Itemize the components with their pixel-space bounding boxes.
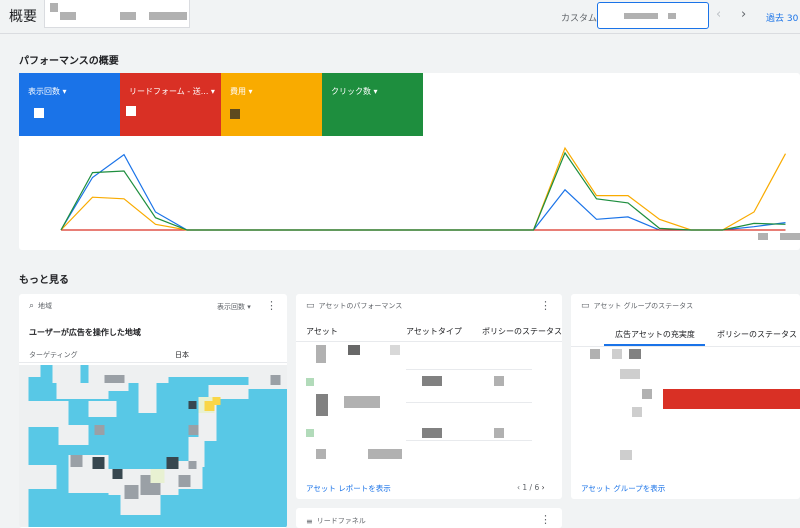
- redacted-block: [149, 12, 187, 20]
- asset-thumbnail: [316, 345, 326, 363]
- date-range-type: カスタム: [561, 14, 598, 24]
- tab-policy-status[interactable]: ポリシーのステータス: [717, 329, 797, 340]
- redacted-block: [758, 233, 768, 240]
- metric-checkbox[interactable]: [126, 106, 136, 116]
- geo-col-targeting: ターゲティング: [29, 351, 78, 359]
- divider: [406, 440, 532, 441]
- asset-report-link[interactable]: アセット レポートを表示: [306, 483, 391, 494]
- window-icon: ▭: [581, 301, 590, 311]
- redacted-block: [780, 233, 800, 240]
- asset-pager: ‹ 1 / 6 ›: [517, 483, 545, 492]
- redacted-block: [348, 345, 360, 355]
- divider: [406, 402, 532, 403]
- redacted-block: [632, 407, 642, 417]
- more-vert-icon[interactable]: ⋮: [540, 513, 551, 526]
- redacted-block: [494, 376, 504, 386]
- redacted-block: [624, 13, 658, 19]
- redacted-block: [629, 349, 641, 359]
- geo-card-title: 地域: [38, 302, 53, 310]
- redacted-block: [668, 13, 676, 19]
- funnel-card-title: リードファネル: [316, 517, 366, 525]
- group-card-header: ▭ アセット グループのステータス: [581, 301, 693, 311]
- geo-col-value: 日本: [175, 351, 189, 359]
- metric-label: クリック数: [331, 87, 371, 96]
- status-dot: [306, 378, 314, 386]
- filter-icon: ≡: [306, 516, 313, 526]
- redacted-block: [612, 349, 622, 359]
- redacted-block: [422, 428, 442, 438]
- metric-label: 表示回数: [28, 87, 60, 96]
- metric-checkbox[interactable]: [230, 109, 240, 119]
- more-vert-icon[interactable]: ⋮: [266, 299, 277, 312]
- redacted-block: [344, 396, 380, 408]
- performance-line-chart: [60, 146, 787, 231]
- ad-strength-bar: [663, 389, 800, 409]
- metric-tile-impressions[interactable]: 表示回数 ▾: [19, 73, 120, 136]
- redacted-block: [50, 3, 58, 12]
- metric-tile-cost[interactable]: 費用 ▾: [221, 73, 322, 136]
- redacted-block: [590, 349, 600, 359]
- metric-label: リードフォーム - 送...: [129, 87, 209, 96]
- redacted-block: [60, 12, 76, 20]
- divider: [571, 346, 800, 347]
- redacted-block: [390, 345, 400, 355]
- asset-performance-card: ▭ アセットのパフォーマンス ⋮ アセット アセットタイプ ポリシーのステータス…: [296, 294, 562, 499]
- asset-card-title: アセットのパフォーマンス: [318, 302, 403, 310]
- metric-checkbox[interactable]: [34, 108, 44, 118]
- geo-card: ⌕ 地域 表示回数 ▾ ⋮ ユーザーが広告を操作した地域 ターゲティング 日本: [19, 294, 287, 528]
- group-card-title: アセット グループのステータス: [593, 302, 694, 310]
- pager-label: 1 / 6: [522, 483, 540, 492]
- metric-label: 費用: [230, 87, 246, 96]
- performance-card: 表示回数 ▾ リードフォーム - 送... ▾ 費用 ▾ クリック数 ▾: [19, 73, 800, 250]
- geo-map[interactable]: [19, 365, 287, 527]
- tab-ad-strength[interactable]: 広告アセットの充実度: [615, 329, 695, 340]
- chart-series-line-3: [60, 151, 786, 231]
- divider: [406, 369, 532, 370]
- chevron-right-icon[interactable]: ›: [741, 7, 746, 22]
- chevron-left-icon[interactable]: ‹: [716, 7, 721, 22]
- divider: [19, 362, 287, 363]
- date-range-picker[interactable]: [597, 2, 709, 29]
- status-dot: [306, 429, 314, 437]
- geo-card-header: ⌕ 地域: [29, 301, 52, 311]
- asset-col-asset: アセット: [306, 327, 338, 336]
- asset-group-link[interactable]: アセット グループを表示: [581, 483, 665, 494]
- page-title: 概要: [9, 9, 37, 25]
- metric-tile-clicks[interactable]: クリック数 ▾: [322, 73, 423, 136]
- asset-group-card: ▭ アセット グループのステータス 広告アセットの充実度 ポリシーのステータス …: [571, 294, 800, 499]
- chart-series-line-0: [60, 153, 786, 231]
- asset-col-policy: ポリシーのステータス: [482, 327, 562, 336]
- divider: [296, 341, 562, 342]
- funnel-card-header: ≡ リードファネル: [306, 516, 366, 526]
- chevron-left-icon[interactable]: ‹: [517, 483, 520, 492]
- asset-col-type: アセットタイプ: [406, 327, 462, 336]
- lead-funnel-card: ≡ リードファネル ⋮: [296, 508, 562, 528]
- redacted-block: [620, 369, 640, 379]
- asset-card-header: ▭ アセットのパフォーマンス: [306, 301, 402, 311]
- redacted-block: [422, 376, 442, 386]
- account-selector[interactable]: [44, 0, 190, 28]
- more-vert-icon[interactable]: ⋮: [540, 299, 551, 312]
- performance-section-title: パフォーマンスの概要: [19, 56, 119, 67]
- window-icon: ▭: [306, 301, 315, 311]
- location-icon: ⌕: [29, 301, 35, 311]
- ad-strength-bar-fill: [663, 389, 800, 409]
- redacted-block: [120, 12, 136, 20]
- chart-series-line-2: [60, 146, 787, 231]
- redacted-block: [316, 449, 326, 459]
- asset-thumbnail: [316, 394, 328, 416]
- redacted-block: [642, 389, 652, 399]
- redacted-block: [494, 428, 504, 438]
- redacted-block: [368, 449, 402, 459]
- date-range-label[interactable]: 過去 30 日: [766, 11, 800, 24]
- chevron-right-icon[interactable]: ›: [542, 483, 545, 492]
- metric-tile-leadform[interactable]: リードフォーム - 送... ▾: [120, 73, 221, 136]
- redacted-block: [620, 450, 632, 460]
- more-section-title: もっと見る: [19, 275, 69, 286]
- geo-heading: ユーザーが広告を操作した地域: [29, 328, 141, 337]
- geo-metric-dropdown[interactable]: 表示回数 ▾: [217, 302, 251, 312]
- top-bar: 概要 カスタム ‹ › 過去 30 日: [0, 0, 800, 34]
